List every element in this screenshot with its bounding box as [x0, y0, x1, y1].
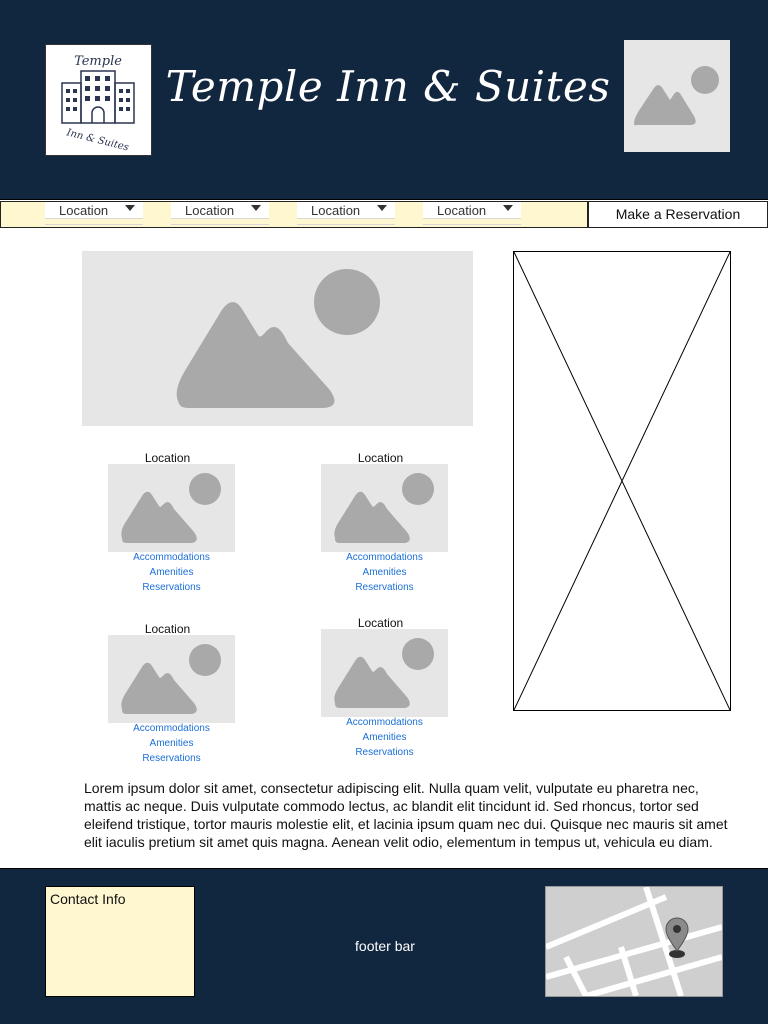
divider: [45, 224, 143, 225]
nav-location-label: Location: [59, 203, 109, 218]
reservations-link[interactable]: Reservations: [321, 747, 448, 758]
map-icon: [544, 886, 723, 999]
reservations-link[interactable]: Reservations: [108, 582, 235, 593]
accommodations-link[interactable]: Accommodations: [321, 552, 448, 563]
nav-location-label: Location: [311, 203, 361, 218]
location-card-image[interactable]: [108, 464, 235, 552]
dropdown-arrow-icon: [503, 205, 513, 211]
image-placeholder-icon: [121, 473, 221, 543]
contact-info-label: Contact Info: [50, 891, 126, 907]
image-placeholder-icon: [334, 473, 434, 543]
reservations-link[interactable]: Reservations: [321, 582, 448, 593]
location-card-image[interactable]: [108, 635, 235, 723]
location-card-title: Location: [357, 451, 404, 465]
nav-location-label: Location: [437, 203, 487, 218]
location-card-title: Location: [144, 622, 191, 636]
amenities-link[interactable]: Amenities: [108, 738, 235, 749]
hero-image: [82, 251, 473, 426]
dropdown-arrow-icon: [377, 205, 387, 211]
nav-location-dropdown[interactable]: Location: [45, 202, 143, 225]
nav-location-dropdown[interactable]: Location: [171, 202, 269, 225]
accommodations-link[interactable]: Accommodations: [321, 717, 448, 728]
nav-location-dropdown[interactable]: Location: [423, 202, 521, 225]
reservations-link[interactable]: Reservations: [108, 753, 235, 764]
image-placeholder-icon: [176, 269, 380, 408]
site-title: Temple Inn & Suites: [165, 62, 611, 111]
body-paragraph: Lorem ipsum dolor sit amet, consectetur …: [84, 780, 728, 850]
location-card-title: Location: [144, 451, 191, 465]
amenities-link[interactable]: Amenities: [321, 567, 448, 578]
divider: [297, 224, 395, 225]
dropdown-arrow-icon: [125, 205, 135, 211]
image-placeholder-icon: [634, 66, 719, 126]
nav-location-dropdown[interactable]: Location: [297, 202, 395, 225]
accommodations-link[interactable]: Accommodations: [108, 723, 235, 734]
nav-location-label: Location: [185, 203, 235, 218]
image-placeholder-icon: [334, 638, 434, 708]
placeholder-x-icon: [513, 251, 731, 711]
location-card-title: Location: [357, 616, 404, 630]
location-card-image[interactable]: [321, 464, 448, 552]
ad-placeholder: [513, 251, 731, 711]
location-map[interactable]: [544, 886, 723, 999]
footer-bar-label: footer bar: [355, 938, 415, 954]
site-logo[interactable]: Temple Inn & Suites: [45, 44, 152, 156]
dropdown-arrow-icon: [251, 205, 261, 211]
divider: [171, 224, 269, 225]
image-placeholder-icon: [121, 644, 221, 714]
make-reservation-button[interactable]: Make a Reservation: [588, 201, 768, 228]
divider: [423, 224, 521, 225]
amenities-link[interactable]: Amenities: [108, 567, 235, 578]
svg-text:Temple: Temple: [74, 54, 122, 69]
svg-text:Inn & Suites: Inn & Suites: [64, 127, 129, 153]
location-nav: Location Location Location Location: [0, 201, 588, 228]
location-card-image[interactable]: [321, 629, 448, 717]
hotel-building-icon: Temple Inn & Suites: [61, 54, 135, 153]
amenities-link[interactable]: Amenities: [321, 732, 448, 743]
accommodations-link[interactable]: Accommodations: [108, 552, 235, 563]
header-image: [624, 40, 730, 152]
